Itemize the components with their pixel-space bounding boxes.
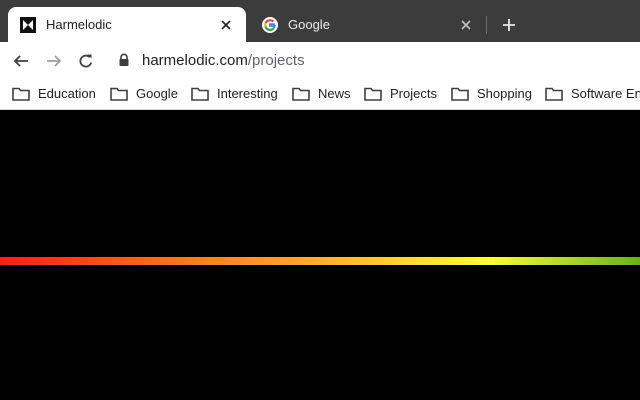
toolbar: harmelodic.com/projects: [0, 42, 640, 78]
bookmark-label: Shopping: [477, 86, 532, 101]
bookmark-software-eng[interactable]: Software Eng: [545, 78, 640, 109]
folder-icon: [364, 87, 382, 101]
tab-title: Harmelodic: [46, 17, 112, 32]
arrow-right-icon: [47, 55, 62, 67]
bookmark-shopping[interactable]: Shopping: [451, 78, 532, 109]
bookmark-google[interactable]: Google: [110, 78, 178, 109]
tab-harmelodic[interactable]: Harmelodic: [8, 7, 246, 42]
tab-google[interactable]: Google: [250, 7, 486, 42]
url-host: harmelodic.com: [142, 51, 248, 69]
bookmark-interesting[interactable]: Interesting: [191, 78, 278, 109]
url-path: /projects: [247, 51, 305, 69]
tab-separator: [486, 16, 487, 34]
tab-title: Google: [288, 17, 330, 32]
arrow-left-icon: [13, 55, 28, 67]
plus-icon: [503, 19, 515, 31]
bookmark-label: Google: [136, 86, 178, 101]
reload-icon: [79, 54, 93, 68]
google-g-icon: [262, 16, 278, 33]
bookmark-label: Projects: [390, 86, 437, 101]
new-tab-button[interactable]: [498, 14, 520, 36]
folder-icon: [451, 87, 469, 101]
bookmark-label: Education: [38, 86, 96, 101]
page-content: [0, 111, 640, 400]
back-button[interactable]: [10, 50, 32, 72]
tab-strip: Harmelodic Google: [0, 0, 640, 42]
folder-icon: [545, 87, 563, 101]
folder-icon: [12, 87, 30, 101]
close-icon[interactable]: [458, 17, 474, 33]
url-text: harmelodic.com/projects: [142, 52, 305, 69]
bookmark-label: Interesting: [217, 86, 278, 101]
bookmark-news[interactable]: News: [292, 78, 351, 109]
harmelodic-logo-icon: [20, 16, 36, 33]
folder-icon: [110, 87, 128, 101]
folder-icon: [292, 87, 310, 101]
address-bar[interactable]: harmelodic.com/projects: [110, 46, 640, 74]
bookmark-projects[interactable]: Projects: [364, 78, 437, 109]
reload-button[interactable]: [75, 50, 97, 72]
bookmark-label: News: [318, 86, 351, 101]
forward-button[interactable]: [43, 50, 65, 72]
lock-icon: [119, 53, 129, 66]
gradient-line: [0, 257, 640, 265]
close-icon[interactable]: [218, 17, 234, 33]
bookmark-label: Software Eng: [571, 86, 640, 101]
folder-icon: [191, 87, 209, 101]
bookmarks-bar: Education Google Interesting News Projec…: [0, 78, 640, 110]
bookmark-education[interactable]: Education: [12, 78, 96, 109]
